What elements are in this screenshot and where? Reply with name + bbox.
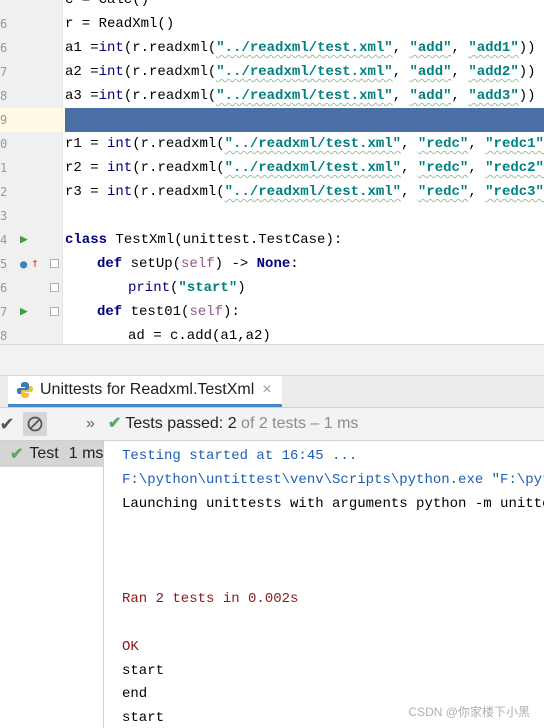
current-line: 9	[0, 108, 544, 132]
watermark: CSDN @你家楼下小黑	[408, 705, 530, 719]
code-text: r2 = int(r.readxml("../readxml/test.xml"…	[65, 160, 544, 176]
line-number: 7	[0, 305, 8, 319]
status-detail: of 2 tests – 1 ms	[236, 415, 359, 432]
override-marker-icon[interactable]: ●	[20, 252, 27, 276]
close-icon[interactable]: ×	[262, 381, 271, 399]
line-number: 9	[0, 113, 8, 127]
code-line: 0 r1 = int(r.readxml("../readxml/test.xm…	[0, 132, 544, 156]
tree-item-time: 1 ms	[68, 445, 104, 462]
show-ignored-icon[interactable]	[23, 412, 47, 436]
code-line: 3	[0, 204, 544, 228]
code-line: 4 ▶ class TestXml(unittest.TestCase):	[0, 228, 544, 252]
text-selection	[65, 108, 544, 132]
line-number: 0	[0, 137, 8, 151]
tab-label: Unittests for Readxml.TestXml	[40, 381, 255, 398]
run-test-icon[interactable]: ▶	[20, 300, 28, 324]
code-line: 6 a1 =int(r.readxml("../readxml/test.xml…	[0, 36, 544, 60]
python-icon	[16, 381, 34, 399]
code-text: a3 =int(r.readxml("../readxml/test.xml",…	[65, 88, 536, 104]
line-number: 6	[0, 17, 8, 31]
console-line: OK	[122, 639, 139, 655]
line-number: 4	[0, 233, 8, 247]
code-text: class TestXml(unittest.TestCase):	[65, 232, 343, 248]
pass-check-icon: ✔	[10, 446, 24, 463]
code-line: 2 r3 = int(r.readxml("../readxml/test.xm…	[0, 180, 544, 204]
code-text: print("start")	[128, 280, 246, 296]
line-number: 1	[0, 161, 8, 175]
code-text: c = Calc()	[65, 0, 150, 8]
code-text: r1 = int(r.readxml("../readxml/test.xml"…	[65, 136, 544, 152]
code-line: 6 print("start")	[0, 276, 544, 300]
line-number: 7	[0, 65, 8, 79]
console-line: Testing started at 16:45 ...	[122, 448, 358, 464]
code-text: a2 =int(r.readxml("../readxml/test.xml",…	[65, 64, 536, 80]
test-status: ✔ Tests passed: 2 of 2 tests – 1 ms	[108, 408, 358, 440]
tree-item-test[interactable]: ✔ Test 1 ms	[0, 441, 103, 467]
run-panel-header: Unittests for Readxml.TestXml ×	[0, 376, 544, 408]
line-number: 6	[0, 281, 8, 295]
code-text: def test01(self):	[97, 304, 240, 320]
console-line: start	[122, 710, 165, 726]
show-passed-icon[interactable]: ✔	[0, 408, 16, 440]
fold-marker-icon[interactable]	[50, 283, 59, 292]
console-line: Ran 2 tests in 0.002s	[122, 591, 299, 607]
line-number: 5	[0, 257, 8, 271]
tree-item-label: Test	[29, 445, 59, 462]
status-passed-label: Tests passed:	[125, 415, 228, 432]
line-number: 8	[0, 329, 8, 343]
run-class-icon[interactable]: ▶	[20, 228, 28, 252]
tab-unittests[interactable]: Unittests for Readxml.TestXml ×	[8, 376, 282, 407]
fold-marker-icon[interactable]	[50, 307, 59, 316]
code-line: c = Calc()	[0, 0, 544, 12]
line-number: 8	[0, 89, 8, 103]
console-line: end	[122, 686, 148, 702]
code-text: r3 = int(r.readxml("../readxml/test.xml"…	[65, 184, 544, 200]
test-tree: ✔ Test 1 ms	[0, 441, 104, 728]
fold-marker-icon[interactable]	[50, 259, 59, 268]
panel-splitter[interactable]	[0, 344, 544, 376]
more-actions-icon[interactable]: »	[86, 408, 95, 440]
code-line: 5 ● ↑ def setUp(self) -> None:	[0, 252, 544, 276]
code-line: 8 ad = c.add(a1,a2)	[0, 324, 544, 344]
code-line: 7 a2 =int(r.readxml("../readxml/test.xml…	[0, 60, 544, 84]
console-line: Launching unittests with arguments pytho…	[122, 496, 544, 512]
overrides-arrow-icon[interactable]: ↑	[31, 252, 39, 276]
code-line: 6 r = ReadXml()	[0, 12, 544, 36]
line-number: 6	[0, 41, 8, 55]
code-editor[interactable]: c = Calc() 6 r = ReadXml() 6 a1 =int(r.r…	[0, 0, 544, 344]
code-text: a1 =int(r.readxml("../readxml/test.xml",…	[65, 40, 536, 56]
pass-check-icon: ✔	[108, 415, 122, 432]
console-output[interactable]: Testing started at 16:45 ... F:\python\u…	[105, 441, 544, 728]
console-line: F:\python\untittest\venv\Scripts\python.…	[122, 472, 544, 488]
status-count: 2	[227, 415, 237, 432]
code-text: r = ReadXml()	[65, 16, 175, 32]
line-number: 2	[0, 185, 8, 199]
line-number: 3	[0, 209, 8, 223]
console-line: start	[122, 663, 165, 679]
code-text: def setUp(self) -> None:	[97, 256, 299, 272]
code-line: 8 a3 =int(r.readxml("../readxml/test.xml…	[0, 84, 544, 108]
code-line: 1 r2 = int(r.readxml("../readxml/test.xm…	[0, 156, 544, 180]
code-text: ad = c.add(a1,a2)	[128, 328, 271, 344]
test-toolbar: ✔ » ✔ Tests passed: 2 of 2 tests – 1 ms	[0, 408, 544, 441]
code-line: 7 ▶ def test01(self):	[0, 300, 544, 324]
